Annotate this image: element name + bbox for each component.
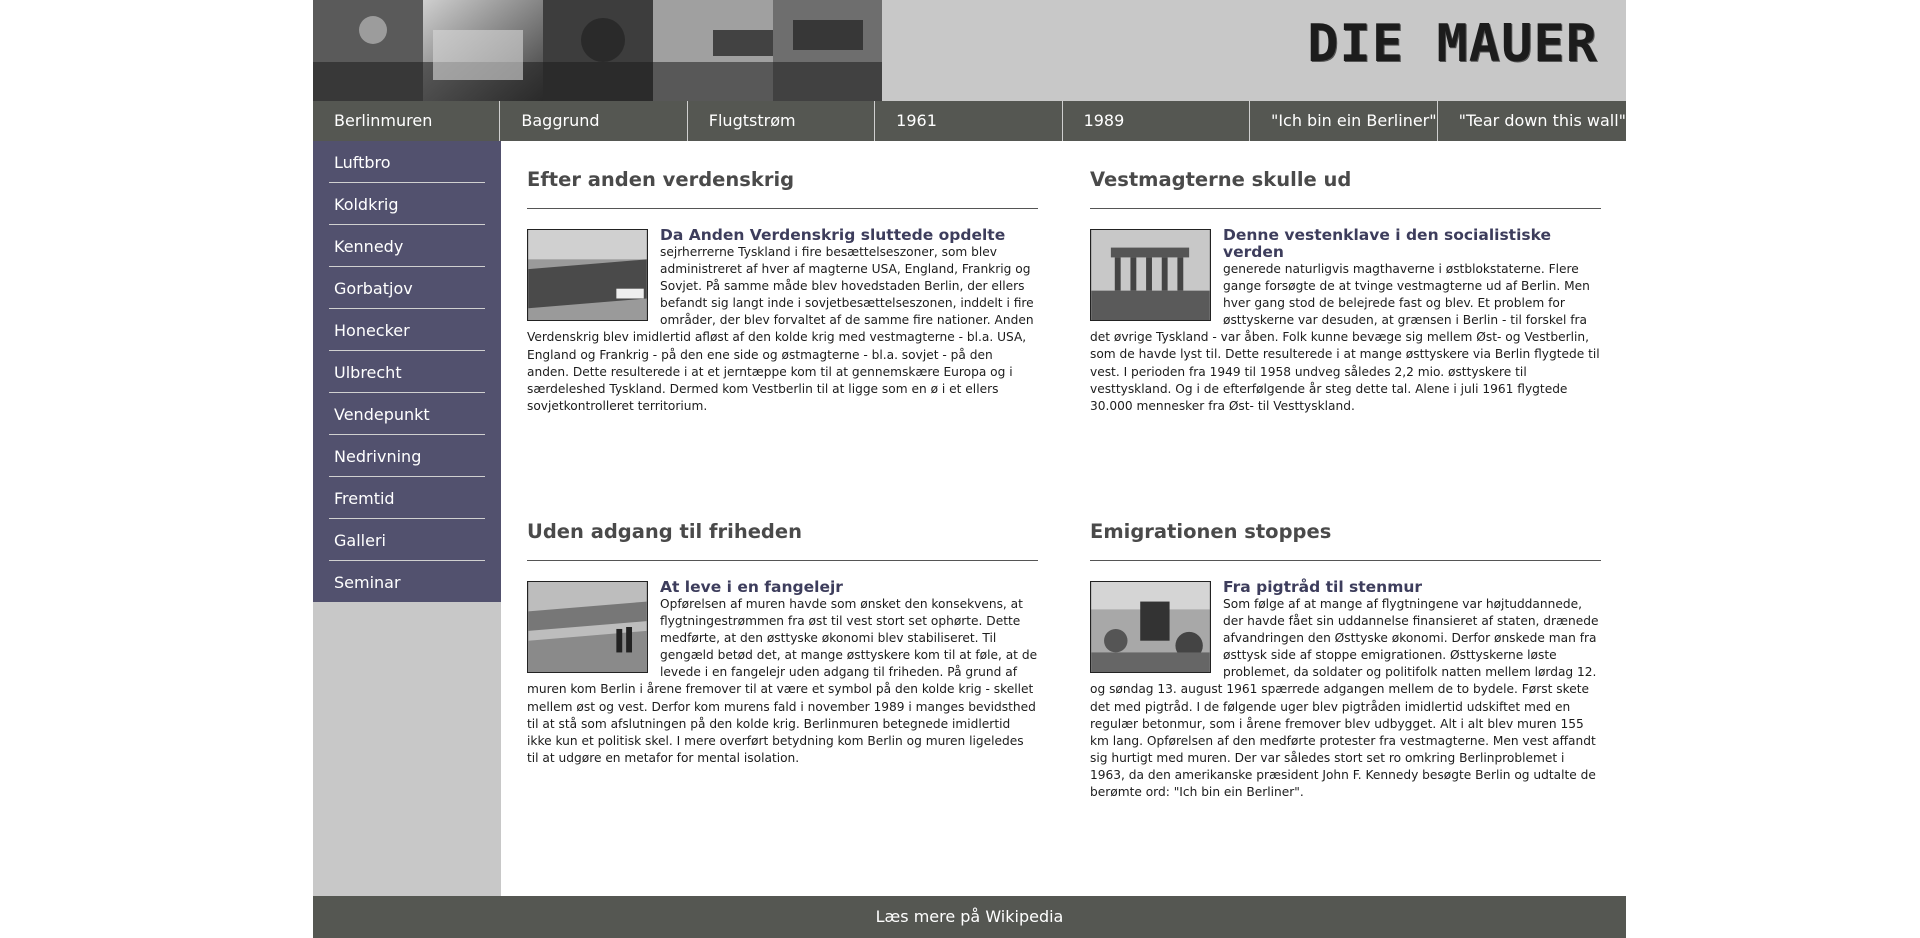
nav-item-ich-bin-ein-berliner[interactable]: "Ich bin ein Berliner" [1250, 101, 1438, 141]
nav-item-berlinmuren[interactable]: Berlinmuren [313, 101, 501, 141]
header-banner: DIE MAUER [313, 0, 1626, 101]
header-photo-collage [313, 0, 882, 101]
sidebar-item-luftbro[interactable]: Luftbro [329, 141, 485, 183]
article-thumbnail-image [1090, 229, 1211, 321]
nav-item-1989[interactable]: 1989 [1063, 101, 1250, 141]
article-thumbnail-image [527, 229, 648, 321]
wikipedia-link[interactable]: Læs mere på Wikipedia [313, 896, 1626, 938]
sidebar-item-galleri[interactable]: Galleri [329, 519, 485, 561]
article-heading: Efter anden verdenskrig [527, 167, 1038, 209]
article-vestmagterne-skulle-ud: Vestmagterne skulle ud Denne vestenklave… [1090, 167, 1601, 415]
nav-item-1961[interactable]: 1961 [875, 101, 1063, 141]
article-uden-adgang-til-friheden: Uden adgang til friheden At leve i en fa… [527, 519, 1038, 767]
nav-item-flugtstrom[interactable]: Flugtstrøm [688, 101, 876, 141]
content-area: Efter anden verdenskrig Da Anden Verdens… [501, 141, 1626, 896]
article-thumbnail-image [527, 581, 648, 673]
sidebar-item-gorbatjov[interactable]: Gorbatjov [329, 267, 485, 309]
sidebar-item-vendepunkt[interactable]: Vendepunkt [329, 393, 485, 435]
sidebar-item-honecker[interactable]: Honecker [329, 309, 485, 351]
sidebar-item-ulbrecht[interactable]: Ulbrecht [329, 351, 485, 393]
sidebar-item-kennedy[interactable]: Kennedy [329, 225, 485, 267]
sidebar: Luftbro Koldkrig Kennedy Gorbatjov Honec… [313, 141, 501, 896]
sidebar-item-fremtid[interactable]: Fremtid [329, 477, 485, 519]
article-efter-anden-verdenskrig: Efter anden verdenskrig Da Anden Verdens… [527, 167, 1038, 415]
article-heading: Vestmagterne skulle ud [1090, 167, 1601, 209]
page: DIE MAUER Berlinmuren Baggrund Flugtstrø… [313, 0, 1626, 938]
nav-item-tear-down-this-wall[interactable]: "Tear down this wall" [1438, 101, 1626, 141]
article-heading: Emigrationen stoppes [1090, 519, 1601, 561]
article-heading: Uden adgang til friheden [527, 519, 1038, 561]
sidebar-item-seminar[interactable]: Seminar [329, 561, 485, 602]
article-emigrationen-stoppes: Emigrationen stoppes Fra pigtråd til ste… [1090, 519, 1601, 801]
main-area: Luftbro Koldkrig Kennedy Gorbatjov Honec… [313, 141, 1626, 896]
article-text: Da Anden Verdenskrig sluttede opdelte se… [527, 227, 1038, 415]
sidebar-item-koldkrig[interactable]: Koldkrig [329, 183, 485, 225]
sidebar-item-nedrivning[interactable]: Nedrivning [329, 435, 485, 477]
article-text: Fra pigtråd til stenmur Som følge af at … [1090, 579, 1601, 801]
top-navigation: Berlinmuren Baggrund Flugtstrøm 1961 198… [313, 101, 1626, 141]
sidebar-menu: Luftbro Koldkrig Kennedy Gorbatjov Honec… [313, 141, 501, 602]
article-text: At leve i en fangelejr Opførelsen af mur… [527, 579, 1038, 767]
site-logo: DIE MAUER [1307, 14, 1598, 74]
nav-item-baggrund[interactable]: Baggrund [500, 101, 688, 141]
article-thumbnail-image [1090, 581, 1211, 673]
article-text: Denne vestenklave i den socialistiske ve… [1090, 227, 1601, 415]
